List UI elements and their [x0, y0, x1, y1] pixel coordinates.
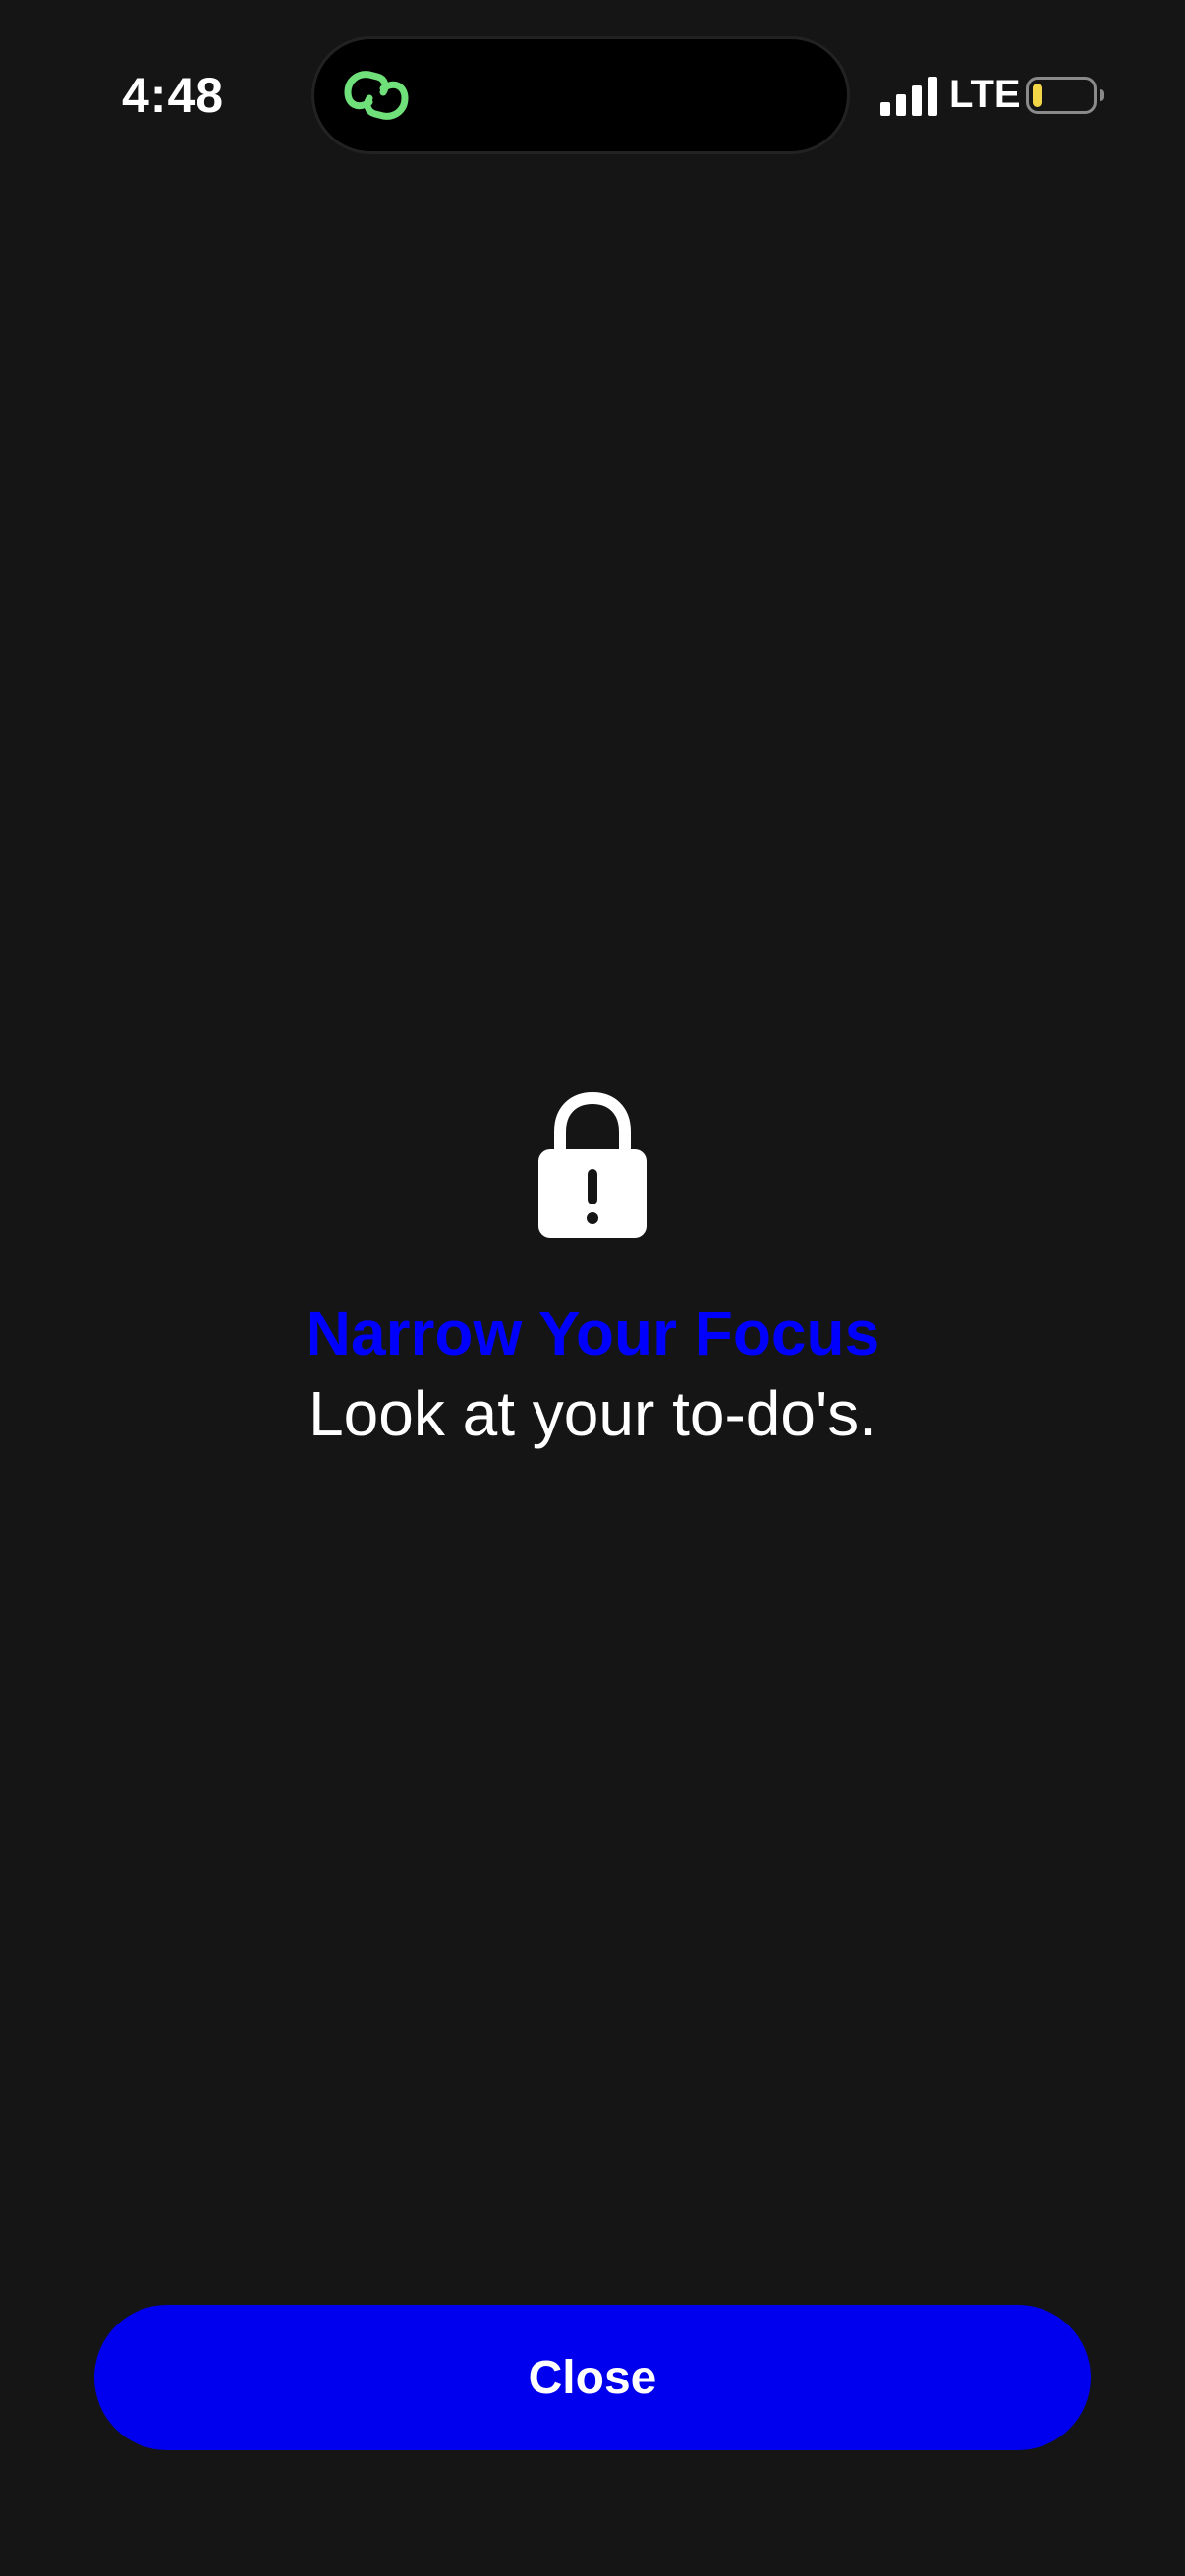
- battery-icon: [1026, 77, 1097, 114]
- network-type: LTE: [949, 73, 1021, 116]
- close-button[interactable]: Close: [94, 2305, 1091, 2450]
- battery-level: [1033, 84, 1042, 107]
- battery-cap: [1100, 89, 1104, 101]
- screen: 4:48 LTE Narrow Your Focus Look at your …: [0, 0, 1185, 2576]
- page-title: Narrow Your Focus: [305, 1298, 880, 1369]
- page-subtitle: Look at your to-do's.: [309, 1378, 876, 1449]
- lock-exclamation-icon: [538, 1092, 647, 1238]
- status-time: 4:48: [122, 68, 225, 123]
- cellular-signal-icon: [880, 77, 937, 116]
- dynamic-island[interactable]: [314, 39, 847, 151]
- link-icon: [344, 71, 409, 120]
